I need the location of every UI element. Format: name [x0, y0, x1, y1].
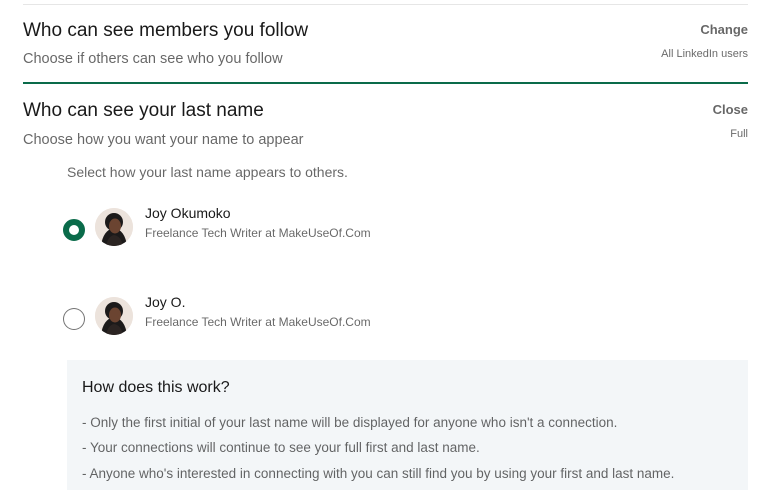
avatar: [95, 297, 133, 335]
info-item: - Your connections will continue to see …: [82, 440, 480, 455]
avatar: [95, 208, 133, 246]
setting-subtitle: Choose if others can see who you follow: [23, 51, 283, 67]
setting-members-you-follow: Who can see members you follow Choose if…: [23, 20, 748, 84]
radio-button-selected[interactable]: [63, 219, 85, 241]
option-name: Joy O.: [145, 294, 186, 310]
setting-subtitle: Choose how you want your name to appear: [23, 132, 304, 148]
how-it-works-panel: How does this work? - Only the first ini…: [67, 360, 748, 490]
setting-title: Who can see members you follow: [23, 20, 309, 41]
info-item: - Anyone who's interested in connecting …: [82, 466, 675, 481]
option-name: Joy Okumoko: [145, 205, 231, 221]
name-option-full[interactable]: Joy Okumoko Freelance Tech Writer at Mak…: [63, 205, 743, 253]
setting-current-value: All LinkedIn users: [661, 48, 748, 60]
info-title: How does this work?: [82, 379, 230, 396]
top-divider: [23, 4, 748, 5]
radio-button[interactable]: [63, 308, 85, 330]
last-name-prompt: Select how your last name appears to oth…: [67, 164, 348, 180]
setting-current-value: Full: [730, 128, 748, 140]
change-button[interactable]: Change: [700, 22, 748, 37]
option-headline: Freelance Tech Writer at MakeUseOf.Com: [145, 315, 371, 329]
info-item: - Only the first initial of your last na…: [82, 415, 618, 430]
setting-title: Who can see your last name: [23, 100, 264, 121]
option-headline: Freelance Tech Writer at MakeUseOf.Com: [145, 226, 371, 240]
close-button[interactable]: Close: [713, 102, 748, 117]
name-option-initial[interactable]: Joy O. Freelance Tech Writer at MakeUseO…: [63, 294, 743, 342]
